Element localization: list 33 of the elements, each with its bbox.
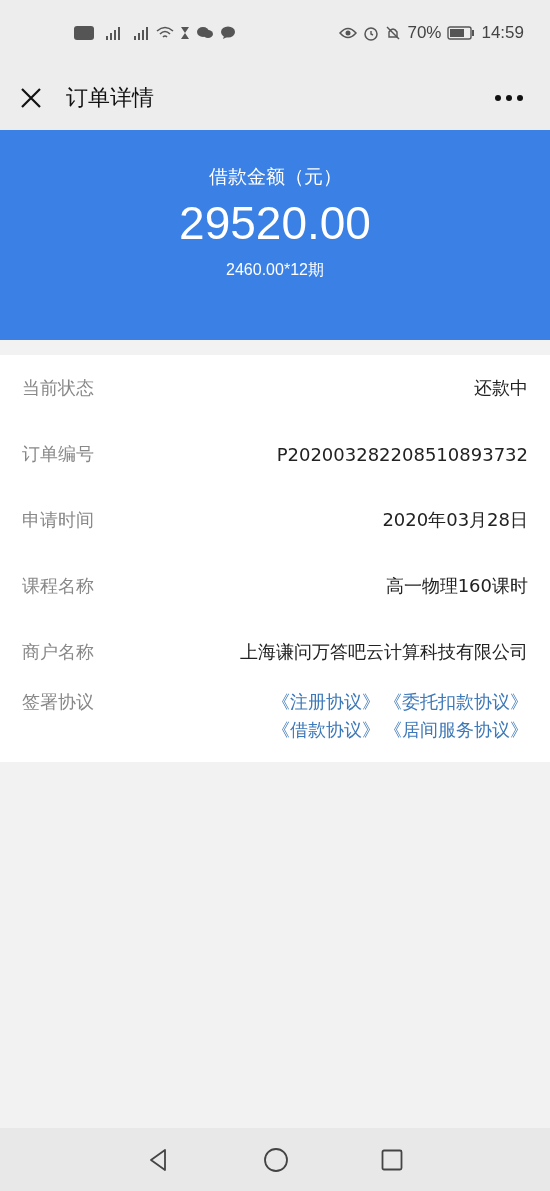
home-icon[interactable]: [263, 1146, 289, 1173]
field-value: 2020年03月28日: [382, 508, 528, 532]
field-label: 签署协议: [22, 690, 94, 714]
field-value: 高一物理160课时: [385, 574, 528, 598]
page-title: 订单详情: [66, 83, 155, 112]
close-icon[interactable]: [20, 86, 42, 109]
field-label: 申请时间: [22, 508, 94, 532]
field-value: 上海谦问万答吧云计算科技有限公司: [240, 640, 528, 664]
field-value: P202003282208510893732: [276, 443, 528, 465]
battery-percent: 70%: [407, 22, 442, 43]
loan-amount-label: 借款金额（元）: [208, 164, 342, 189]
field-label: 订单编号: [22, 442, 94, 466]
alarm-icon: [363, 24, 380, 41]
installment-plan: 2460.00*12期: [226, 260, 324, 280]
eye-icon: [339, 26, 358, 39]
recents-icon[interactable]: [381, 1148, 403, 1171]
field-label: 课程名称: [22, 574, 94, 598]
hourglass-icon: [180, 25, 190, 40]
agreement-link[interactable]: 《借款协议》: [272, 718, 380, 742]
field-value: 还款中: [474, 376, 528, 400]
loan-amount: 29520.00: [179, 196, 371, 250]
more-icon[interactable]: [494, 93, 524, 102]
chat-icon: [196, 25, 214, 40]
battery-icon: [447, 25, 476, 40]
bell-muted-icon: [385, 24, 402, 41]
field-label: 商户名称: [22, 640, 94, 664]
message-icon: [220, 25, 236, 40]
agreement-link[interactable]: 《委托扣款协议》: [384, 690, 528, 714]
agreement-link[interactable]: 《注册协议》: [272, 690, 380, 714]
agreement-link[interactable]: 《居间服务协议》: [384, 718, 528, 742]
field-label: 当前状态: [22, 376, 94, 400]
clock-time: 14:59: [481, 22, 524, 43]
wifi-icon: [156, 25, 174, 40]
